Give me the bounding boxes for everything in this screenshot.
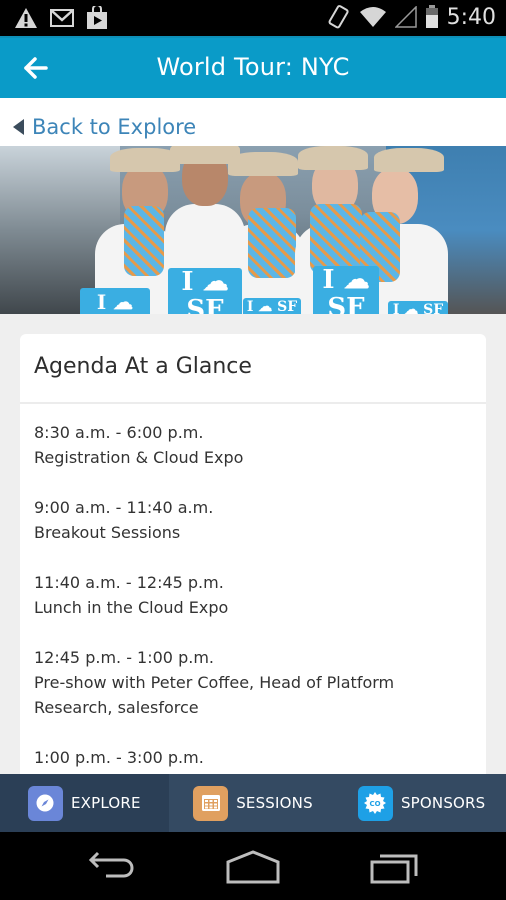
status-time: 5:40 [446, 4, 496, 30]
warning-icon [15, 8, 37, 28]
agenda-item: 11:40 a.m. - 12:45 p.m. Lunch in the Clo… [34, 570, 472, 620]
agenda-time: 12:45 p.m. - 1:00 p.m. [34, 648, 214, 667]
play-store-icon [87, 6, 107, 29]
agenda-item: 1:00 p.m. - 3:00 p.m. [34, 745, 472, 770]
badge-icon: CO [357, 785, 393, 821]
system-nav-bar [0, 832, 506, 900]
tab-bar: EXPLORE SESSIONS CO SPONSORS [0, 774, 506, 832]
tab-explore[interactable]: EXPLORE [0, 774, 169, 832]
home-icon[interactable] [226, 850, 280, 884]
hero-sign: I ☁ SF [388, 301, 448, 314]
agenda-list: 8:30 a.m. - 6:00 p.m. Registration & Clo… [20, 404, 486, 770]
compass-icon [27, 785, 63, 821]
agenda-time: 1:00 p.m. - 3:00 p.m. [34, 748, 204, 767]
tab-sponsors[interactable]: CO SPONSORS [337, 774, 506, 832]
app-header: World Tour: NYC [0, 36, 506, 98]
back-icon[interactable] [86, 850, 138, 884]
gmail-icon [50, 9, 74, 27]
hero-sign: I ☁ SF [243, 298, 301, 314]
card-header: Agenda At a Glance [20, 334, 486, 404]
back-link-row: Back to Explore [0, 98, 506, 146]
back-to-explore-link[interactable]: Back to Explore [13, 115, 196, 139]
agenda-item: 9:00 a.m. - 11:40 a.m. Breakout Sessions [34, 495, 472, 545]
card-title: Agenda At a Glance [34, 354, 252, 379]
back-link-label: Back to Explore [32, 115, 197, 139]
hero-sign: I ☁ SF [313, 266, 379, 314]
tab-label: EXPLORE [70, 794, 141, 812]
tab-sessions[interactable]: SESSIONS [169, 774, 338, 832]
rotate-icon [328, 5, 349, 29]
agenda-item: 8:30 a.m. - 6:00 p.m. Registration & Clo… [34, 420, 472, 470]
recents-icon[interactable] [370, 850, 420, 884]
agenda-time: 11:40 a.m. - 12:45 p.m. [34, 573, 224, 592]
agenda-card: Agenda At a Glance 8:30 a.m. - 6:00 p.m.… [20, 334, 486, 774]
calendar-icon [193, 785, 229, 821]
wifi-icon [359, 7, 386, 27]
status-bar: 5:40 [0, 0, 506, 36]
tab-label: SESSIONS [236, 794, 313, 812]
agenda-item: 12:45 p.m. - 1:00 p.m. Pre-show with Pet… [34, 645, 472, 720]
hero-image: I ☁ SF I ☁ SF I ☁ SF I ☁ SF I ☁ SF [0, 146, 506, 314]
agenda-desc: Pre-show with Peter Coffee, Head of Plat… [34, 673, 395, 717]
triangle-left-icon [13, 119, 24, 135]
agenda-time: 8:30 a.m. - 6:00 p.m. [34, 423, 204, 442]
battery-icon [425, 5, 438, 28]
tab-label: SPONSORS [400, 794, 486, 812]
signal-icon [394, 6, 417, 28]
svg-text:CO: CO [370, 800, 381, 808]
page-title: World Tour: NYC [156, 53, 350, 81]
agenda-desc: Lunch in the Cloud Expo [34, 598, 229, 617]
agenda-time: 9:00 a.m. - 11:40 a.m. [34, 498, 214, 517]
hero-sign: I ☁ SF [80, 288, 150, 314]
hero-sign: I ☁ SF [168, 268, 242, 314]
content-area[interactable]: Back to Explore I ☁ I ☁ SF I ☁ SF I ☁ SF… [0, 98, 506, 774]
agenda-desc: Registration & Cloud Expo [34, 448, 244, 467]
agenda-desc: Breakout Sessions [34, 523, 181, 542]
